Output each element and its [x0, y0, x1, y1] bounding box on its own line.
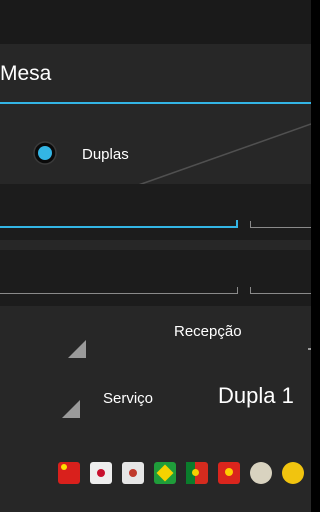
dialog-title: Mesa	[0, 62, 52, 85]
text-field-2-tick	[250, 221, 251, 228]
yellow-flag-icon[interactable]	[282, 462, 304, 484]
serve-spinner[interactable]	[0, 380, 82, 424]
brazil-flag-icon[interactable]	[154, 462, 176, 484]
portugal-flag-icon[interactable]	[186, 462, 208, 484]
text-field-4-underline	[250, 293, 311, 294]
radio-label-duplas: Duplas	[82, 146, 129, 163]
text-field-1-tick	[236, 220, 238, 228]
receive-spinner-corner	[68, 340, 86, 358]
korea-flag-icon[interactable]	[122, 462, 144, 484]
serve-value-dropdown[interactable]: Dupla 1	[218, 383, 294, 409]
text-field-3-underline	[0, 293, 238, 294]
text-field-row-2[interactable]	[0, 250, 311, 306]
japan-flag-icon[interactable]	[90, 462, 112, 484]
receive-spinner[interactable]	[0, 314, 90, 358]
text-field-2-underline	[250, 227, 311, 228]
vietnam-flag-icon[interactable]	[218, 462, 240, 484]
radio-button-duplas[interactable]	[32, 140, 58, 166]
text-field-1-underline	[0, 226, 238, 228]
text-field-row-1[interactable]	[0, 184, 311, 240]
text-field-3-tick	[237, 287, 238, 294]
serve-label: Serviço	[103, 390, 154, 407]
text-field-4-tick	[250, 287, 251, 294]
top-action-bar	[0, 0, 311, 44]
receive-value-spinner[interactable]	[292, 324, 311, 358]
round-flag-icon[interactable]	[250, 462, 272, 484]
serve-spinner-corner	[62, 400, 80, 418]
china-flag-icon[interactable]	[58, 462, 80, 484]
mesa-dialog: Mesa Duplas Recepção Serviço Dupla 1	[0, 44, 311, 512]
receive-label: Recepção	[174, 323, 242, 340]
flag-strip	[58, 462, 311, 490]
receive-value-edge	[308, 348, 311, 350]
